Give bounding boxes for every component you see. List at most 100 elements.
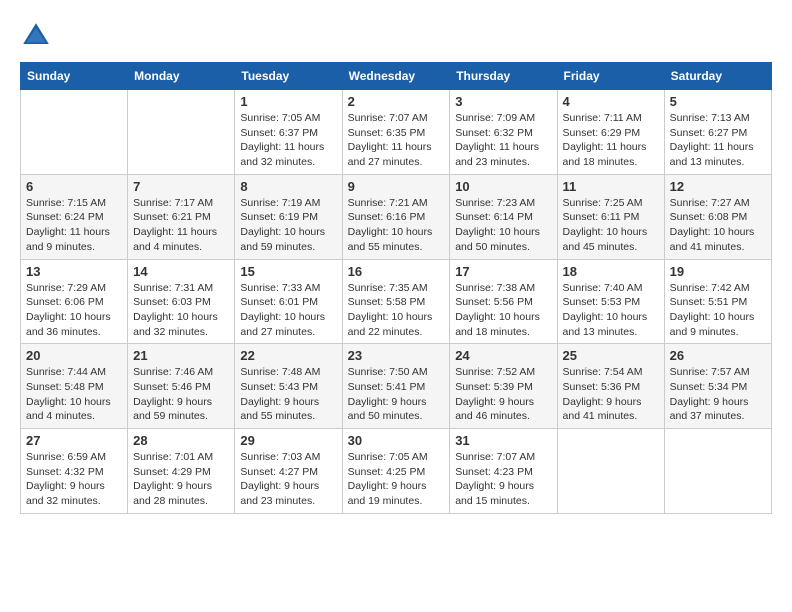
day-number: 13: [26, 264, 122, 279]
calendar-cell: 18 Sunrise: 7:40 AM Sunset: 5:53 PM Dayli…: [557, 259, 664, 344]
day-number: 15: [240, 264, 336, 279]
calendar-cell: 17 Sunrise: 7:38 AM Sunset: 5:56 PM Dayli…: [450, 259, 557, 344]
day-number: 4: [563, 94, 659, 109]
day-number: 27: [26, 433, 122, 448]
week-row-1: 1 Sunrise: 7:05 AM Sunset: 6:37 PM Daylig…: [21, 90, 772, 175]
logo: [20, 20, 56, 52]
weekday-header-thursday: Thursday: [450, 63, 557, 90]
day-number: 23: [348, 348, 445, 363]
day-info: Sunrise: 7:15 AM Sunset: 6:24 PM Dayligh…: [26, 196, 122, 255]
day-info: Sunrise: 7:07 AM Sunset: 4:23 PM Dayligh…: [455, 450, 551, 509]
day-info: Sunrise: 7:19 AM Sunset: 6:19 PM Dayligh…: [240, 196, 336, 255]
day-number: 14: [133, 264, 229, 279]
calendar-cell: 24Sunrise: 7:52 AM Sunset: 5:39 PM Dayli…: [450, 344, 557, 429]
day-number: 21: [133, 348, 229, 363]
day-info: Sunrise: 7:54 AM Sunset: 5:36 PM Dayligh…: [563, 365, 659, 424]
day-info: Sunrise: 7:27 AM Sunset: 6:08 PM Dayligh…: [670, 196, 766, 255]
day-number: 16: [348, 264, 445, 279]
calendar-cell: [21, 90, 128, 175]
day-number: 30: [348, 433, 445, 448]
day-info: Sunrise: 7:17 AM Sunset: 6:21 PM Dayligh…: [133, 196, 229, 255]
day-info: Sunrise: 7:21 AM Sunset: 6:16 PM Dayligh…: [348, 196, 445, 255]
day-number: 20: [26, 348, 122, 363]
day-number: 7: [133, 179, 229, 194]
weekday-header-sunday: Sunday: [21, 63, 128, 90]
calendar-cell: 6 Sunrise: 7:15 AM Sunset: 6:24 PM Daylig…: [21, 174, 128, 259]
day-number: 19: [670, 264, 766, 279]
day-info: Sunrise: 7:46 AM Sunset: 5:46 PM Dayligh…: [133, 365, 229, 424]
weekday-header-saturday: Saturday: [664, 63, 771, 90]
day-info: Sunrise: 7:01 AM Sunset: 4:29 PM Dayligh…: [133, 450, 229, 509]
day-info: Sunrise: 7:35 AM Sunset: 5:58 PM Dayligh…: [348, 281, 445, 340]
calendar-cell: 1 Sunrise: 7:05 AM Sunset: 6:37 PM Daylig…: [235, 90, 342, 175]
calendar-cell: 10Sunrise: 7:23 AM Sunset: 6:14 PM Dayli…: [450, 174, 557, 259]
day-number: 9: [348, 179, 445, 194]
weekday-header-tuesday: Tuesday: [235, 63, 342, 90]
weekday-header-friday: Friday: [557, 63, 664, 90]
day-number: 5: [670, 94, 766, 109]
day-number: 2: [348, 94, 445, 109]
calendar-table: SundayMondayTuesdayWednesdayThursdayFrid…: [20, 62, 772, 514]
day-info: Sunrise: 7:50 AM Sunset: 5:41 PM Dayligh…: [348, 365, 445, 424]
day-number: 29: [240, 433, 336, 448]
day-info: Sunrise: 7:44 AM Sunset: 5:48 PM Dayligh…: [26, 365, 122, 424]
calendar-cell: 20 Sunrise: 7:44 AM Sunset: 5:48 PM Dayli…: [21, 344, 128, 429]
day-number: 12: [670, 179, 766, 194]
calendar-cell: 23 Sunrise: 7:50 AM Sunset: 5:41 PM Dayli…: [342, 344, 450, 429]
calendar-cell: 11 Sunrise: 7:25 AM Sunset: 6:11 PM Dayli…: [557, 174, 664, 259]
page-header: [20, 20, 772, 52]
calendar-cell: 28Sunrise: 7:01 AM Sunset: 4:29 PM Dayli…: [128, 429, 235, 514]
calendar-cell: 5 Sunrise: 7:13 AM Sunset: 6:27 PM Daylig…: [664, 90, 771, 175]
calendar-cell: 12 Sunrise: 7:27 AM Sunset: 6:08 PM Dayli…: [664, 174, 771, 259]
day-number: 1: [240, 94, 336, 109]
calendar-cell: 7 Sunrise: 7:17 AM Sunset: 6:21 PM Daylig…: [128, 174, 235, 259]
weekday-header-wednesday: Wednesday: [342, 63, 450, 90]
calendar-cell: 22Sunrise: 7:48 AM Sunset: 5:43 PM Dayli…: [235, 344, 342, 429]
calendar-cell: 14 Sunrise: 7:31 AM Sunset: 6:03 PM Dayli…: [128, 259, 235, 344]
day-info: Sunrise: 7:05 AM Sunset: 6:37 PM Dayligh…: [240, 111, 336, 170]
day-info: Sunrise: 7:25 AM Sunset: 6:11 PM Dayligh…: [563, 196, 659, 255]
day-number: 17: [455, 264, 551, 279]
day-number: 10: [455, 179, 551, 194]
calendar-cell: 8 Sunrise: 7:19 AM Sunset: 6:19 PM Daylig…: [235, 174, 342, 259]
day-number: 25: [563, 348, 659, 363]
calendar-cell: 27 Sunrise: 6:59 AM Sunset: 4:32 PM Dayli…: [21, 429, 128, 514]
day-number: 22: [240, 348, 336, 363]
day-number: 26: [670, 348, 766, 363]
day-info: Sunrise: 7:33 AM Sunset: 6:01 PM Dayligh…: [240, 281, 336, 340]
day-info: Sunrise: 6:59 AM Sunset: 4:32 PM Dayligh…: [26, 450, 122, 509]
calendar-cell: 2 Sunrise: 7:07 AM Sunset: 6:35 PM Daylig…: [342, 90, 450, 175]
day-info: Sunrise: 7:40 AM Sunset: 5:53 PM Dayligh…: [563, 281, 659, 340]
day-info: Sunrise: 7:13 AM Sunset: 6:27 PM Dayligh…: [670, 111, 766, 170]
week-row-5: 27 Sunrise: 6:59 AM Sunset: 4:32 PM Dayli…: [21, 429, 772, 514]
day-number: 11: [563, 179, 659, 194]
day-info: Sunrise: 7:38 AM Sunset: 5:56 PM Dayligh…: [455, 281, 551, 340]
day-info: Sunrise: 7:57 AM Sunset: 5:34 PM Dayligh…: [670, 365, 766, 424]
day-info: Sunrise: 7:03 AM Sunset: 4:27 PM Dayligh…: [240, 450, 336, 509]
calendar-cell: 30Sunrise: 7:05 AM Sunset: 4:25 PM Dayli…: [342, 429, 450, 514]
calendar-cell: [557, 429, 664, 514]
calendar-cell: 3 Sunrise: 7:09 AM Sunset: 6:32 PM Daylig…: [450, 90, 557, 175]
calendar-cell: 31 Sunrise: 7:07 AM Sunset: 4:23 PM Dayli…: [450, 429, 557, 514]
day-number: 24: [455, 348, 551, 363]
week-row-4: 20 Sunrise: 7:44 AM Sunset: 5:48 PM Dayli…: [21, 344, 772, 429]
day-number: 8: [240, 179, 336, 194]
weekday-header-monday: Monday: [128, 63, 235, 90]
calendar-cell: 15 Sunrise: 7:33 AM Sunset: 6:01 PM Dayli…: [235, 259, 342, 344]
day-info: Sunrise: 7:07 AM Sunset: 6:35 PM Dayligh…: [348, 111, 445, 170]
weekday-header-row: SundayMondayTuesdayWednesdayThursdayFrid…: [21, 63, 772, 90]
calendar-cell: 29 Sunrise: 7:03 AM Sunset: 4:27 PM Dayli…: [235, 429, 342, 514]
day-number: 18: [563, 264, 659, 279]
calendar-cell: 4 Sunrise: 7:11 AM Sunset: 6:29 PM Daylig…: [557, 90, 664, 175]
day-number: 3: [455, 94, 551, 109]
day-info: Sunrise: 7:31 AM Sunset: 6:03 PM Dayligh…: [133, 281, 229, 340]
calendar-cell: 25 Sunrise: 7:54 AM Sunset: 5:36 PM Dayli…: [557, 344, 664, 429]
day-info: Sunrise: 7:29 AM Sunset: 6:06 PM Dayligh…: [26, 281, 122, 340]
calendar-cell: 21 Sunrise: 7:46 AM Sunset: 5:46 PM Dayli…: [128, 344, 235, 429]
calendar-cell: 16 Sunrise: 7:35 AM Sunset: 5:58 PM Dayli…: [342, 259, 450, 344]
calendar-cell: 19Sunrise: 7:42 AM Sunset: 5:51 PM Dayli…: [664, 259, 771, 344]
day-number: 6: [26, 179, 122, 194]
day-info: Sunrise: 7:11 AM Sunset: 6:29 PM Dayligh…: [563, 111, 659, 170]
day-info: Sunrise: 7:09 AM Sunset: 6:32 PM Dayligh…: [455, 111, 551, 170]
day-number: 31: [455, 433, 551, 448]
